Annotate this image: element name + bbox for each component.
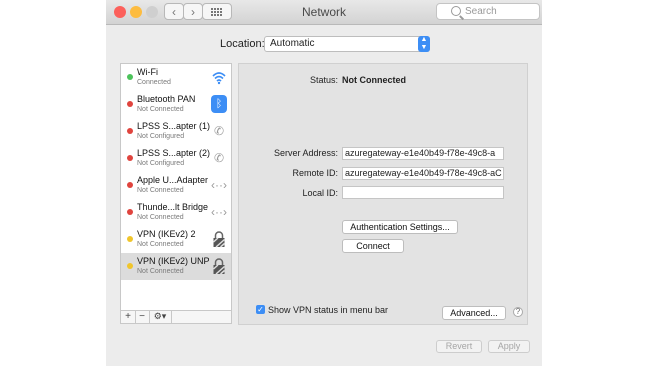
- service-status: Not Connected: [137, 268, 184, 275]
- sidebar-item-lpss-2[interactable]: LPSS S...apter (2) Not Configured ✆: [121, 145, 231, 172]
- service-status: Not Connected: [137, 187, 184, 194]
- lock-icon: [211, 257, 227, 275]
- status-dot: [127, 155, 133, 161]
- service-status: Not Connected: [137, 241, 184, 248]
- remote-id-label: Remote ID:: [292, 168, 338, 178]
- authentication-settings-button[interactable]: Authentication Settings...: [342, 220, 458, 234]
- service-name: Apple U...Adapter: [137, 175, 209, 185]
- service-name: VPN (IKEv2) 2: [137, 229, 196, 239]
- phone-icon: ✆: [213, 124, 225, 138]
- service-status: Connected: [137, 79, 171, 86]
- gear-menu-button[interactable]: ⚙▾: [149, 311, 172, 323]
- status-dot: [127, 182, 133, 188]
- sidebar-item-thunderbolt[interactable]: Thunde...lt Bridge Not Connected ‹··›: [121, 199, 231, 226]
- apply-button[interactable]: Apply: [488, 340, 530, 353]
- show-vpn-status-checkbox[interactable]: ✓: [256, 305, 265, 314]
- sidebar-item-vpn-unp[interactable]: VPN (IKEv2) UNP Not Connected: [121, 253, 231, 280]
- local-id-label: Local ID:: [302, 188, 338, 198]
- title-bar: ‹ › Network Search: [106, 0, 542, 25]
- location-select[interactable]: Automatic ▲ ▼: [264, 36, 430, 52]
- server-address-label: Server Address:: [273, 148, 338, 158]
- local-id-field[interactable]: [342, 186, 504, 199]
- server-address-field[interactable]: azuregateway-e1e40b49-f78e-49c8-a: [342, 147, 504, 160]
- service-list: Wi-Fi Connected Bluetooth PAN Not Connec…: [120, 63, 232, 311]
- search-placeholder: Search: [465, 6, 497, 17]
- lock-icon: [211, 230, 227, 248]
- status-dot: [127, 101, 133, 107]
- service-list-toolbar: + − ⚙▾: [120, 311, 232, 324]
- sidebar-item-bluetooth-pan[interactable]: Bluetooth PAN Not Connected ᛒ: [121, 91, 231, 118]
- revert-button[interactable]: Revert: [436, 340, 482, 353]
- search-input[interactable]: Search: [436, 3, 540, 20]
- service-status: Not Connected: [137, 214, 184, 221]
- remove-service-button[interactable]: −: [135, 311, 150, 323]
- service-name: VPN (IKEv2) UNP: [137, 256, 210, 266]
- wifi-icon: [211, 68, 227, 86]
- sidebar-item-lpss-1[interactable]: LPSS S...apter (1) Not Configured ✆: [121, 118, 231, 145]
- service-name: Wi-Fi: [137, 67, 158, 77]
- status-dot: [127, 263, 133, 269]
- service-name: LPSS S...apter (2): [137, 148, 211, 158]
- status-label: Status:: [309, 75, 338, 85]
- add-service-button[interactable]: +: [121, 311, 136, 323]
- show-vpn-status-label: Show VPN status in menu bar: [268, 305, 389, 315]
- status-value: Not Connected: [342, 75, 406, 85]
- status-dot: [127, 209, 133, 215]
- status-dot: [127, 74, 133, 80]
- ethernet-icon: ‹··›: [211, 178, 227, 192]
- search-icon: [451, 6, 461, 16]
- service-name: Thunde...lt Bridge: [137, 202, 209, 212]
- service-name: LPSS S...apter (1): [137, 121, 211, 131]
- sidebar-item-apple-usb[interactable]: Apple U...Adapter Not Connected ‹··›: [121, 172, 231, 199]
- phone-icon: ✆: [213, 151, 225, 165]
- status-dot: [127, 236, 133, 242]
- help-button[interactable]: ?: [513, 307, 523, 317]
- service-status: Not Configured: [137, 133, 185, 140]
- bluetooth-icon: ᛒ: [211, 95, 227, 113]
- updown-arrows-icon: ▲ ▼: [418, 36, 430, 52]
- network-preferences-window: ‹ › Network Search Location: Automatic ▲…: [106, 0, 542, 366]
- sidebar-item-vpn-2[interactable]: VPN (IKEv2) 2 Not Connected: [121, 226, 231, 253]
- service-status: Not Configured: [137, 160, 185, 167]
- ethernet-icon: ‹··›: [211, 205, 227, 219]
- remote-id-field[interactable]: azuregateway-e1e40b49-f78e-49c8-aC: [342, 167, 504, 180]
- advanced-button[interactable]: Advanced...: [442, 306, 506, 320]
- location-value: Automatic: [270, 38, 315, 49]
- checkmark-icon: ✓: [257, 305, 264, 314]
- service-status: Not Connected: [137, 106, 184, 113]
- location-label: Location:: [220, 38, 265, 50]
- status-dot: [127, 128, 133, 134]
- sidebar-item-wifi[interactable]: Wi-Fi Connected: [121, 64, 231, 91]
- connect-button[interactable]: Connect: [342, 239, 404, 253]
- service-name: Bluetooth PAN: [137, 94, 196, 104]
